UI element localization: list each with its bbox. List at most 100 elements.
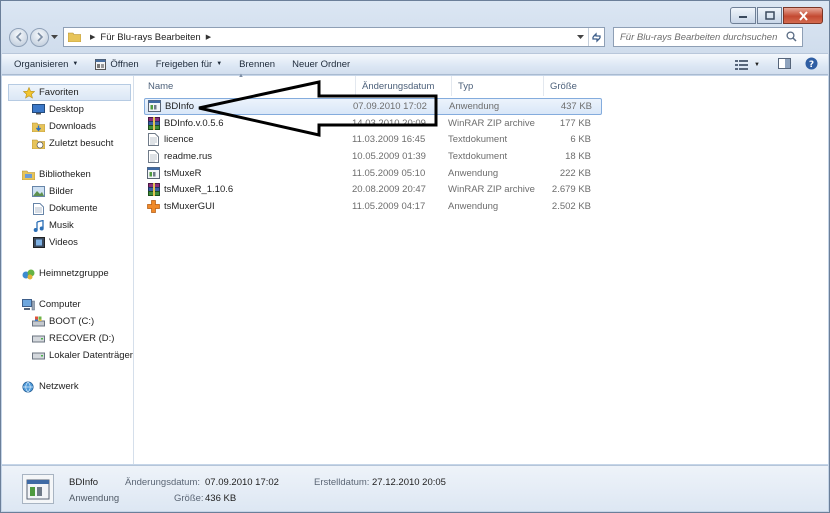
nav-label: Bibliotheken — [39, 169, 91, 180]
text-file-icon — [147, 149, 160, 163]
nav-item-videos[interactable]: Videos — [2, 234, 133, 251]
caption-buttons — [730, 7, 823, 24]
search-placeholder: Für Blu-rays Bearbeiten durchsuchen — [620, 31, 778, 43]
maximize-button[interactable] — [757, 7, 782, 24]
nav-label: Favoriten — [39, 87, 79, 98]
view-options-button[interactable]: ▼ — [735, 59, 760, 70]
file-row[interactable]: readme.rus 10.05.2009 01:39 Textdokument… — [144, 148, 602, 165]
nav-item-computer[interactable]: Computer — [2, 296, 133, 313]
nav-label: Bilder — [49, 186, 74, 197]
column-header-size[interactable]: Größe — [544, 76, 604, 96]
drive-icon — [32, 349, 45, 362]
file-size: 177 KB — [559, 117, 591, 129]
file-size: 18 KB — [565, 150, 591, 162]
downloads-folder-icon — [32, 120, 45, 133]
nav-item-homegroup[interactable]: Heimnetzgruppe — [2, 265, 133, 282]
nav-item-favorites[interactable]: Favoriten — [8, 84, 131, 101]
app-icon — [148, 100, 161, 113]
share-label: Freigeben für — [155, 58, 213, 70]
organize-button[interactable]: Organisieren ▼ — [14, 59, 78, 70]
libraries-icon — [22, 168, 35, 181]
nav-label: Heimnetzgruppe — [39, 268, 109, 279]
nav-item-music[interactable]: Musik — [2, 217, 133, 234]
system-drive-icon — [32, 315, 45, 328]
homegroup-group: Heimnetzgruppe — [2, 265, 133, 282]
file-name: tsMuxerGUI — [164, 200, 215, 212]
forward-arrow-icon — [36, 32, 43, 42]
nav-label: Desktop — [49, 104, 84, 115]
chevron-down-icon — [576, 34, 584, 39]
column-header-type[interactable]: Typ — [452, 76, 544, 96]
file-date: 11.03.2009 16:45 — [352, 134, 426, 146]
new-folder-button[interactable]: Neuer Ordner — [292, 59, 350, 70]
refresh-button[interactable] — [588, 28, 604, 46]
nav-item-local-disk[interactable]: Lokaler Datenträger — [2, 347, 133, 364]
file-name: tsMuxeR_1.10.6 — [164, 184, 234, 196]
nav-item-recent[interactable]: Zuletzt besucht — [2, 135, 133, 152]
file-row[interactable]: tsMuxerGUI 11.05.2009 04:17 Anwendung 2.… — [144, 198, 602, 215]
help-button[interactable]: ? — [805, 57, 818, 72]
breadcrumb-separator-icon[interactable]: ▶ — [90, 33, 95, 41]
address-history-dropdown[interactable] — [572, 28, 588, 46]
file-size: 437 KB — [560, 100, 592, 112]
breadcrumb-separator-icon[interactable]: ▶ — [206, 33, 211, 41]
chevron-down-icon — [50, 34, 58, 39]
desktop-icon — [32, 103, 45, 116]
column-header-name[interactable]: Name ▲ — [142, 73, 356, 96]
nav-item-network[interactable]: Netzwerk — [2, 378, 133, 395]
address-bar[interactable]: ▶ Für Blu-rays Bearbeiten ▶ — [63, 27, 605, 47]
file-row[interactable]: BDInfo 07.09.2010 17:02 Anwendung 437 KB — [144, 98, 602, 115]
details-created-value: 27.12.2010 20:05 — [372, 477, 446, 488]
nav-item-drive-c[interactable]: BOOT (C:) — [2, 313, 133, 330]
breadcrumb-current[interactable]: Für Blu-rays Bearbeiten — [100, 32, 200, 43]
file-date: 11.05.2009 05:10 — [352, 167, 426, 179]
homegroup-icon — [22, 267, 35, 280]
file-size: 6 KB — [570, 134, 591, 146]
burn-label: Brennen — [239, 58, 276, 70]
nav-label: RECOVER (D:) — [49, 333, 115, 344]
forward-button[interactable] — [30, 27, 49, 47]
nav-item-downloads[interactable]: Downloads — [2, 118, 133, 135]
nav-label: Dokumente — [49, 203, 98, 214]
file-type: Textdokument — [448, 134, 508, 146]
details-file-name: BDInfo — [69, 477, 99, 488]
svg-text:?: ? — [809, 60, 814, 70]
chevron-down-icon: ▼ — [754, 61, 760, 68]
file-row[interactable]: tsMuxeR_1.10.6 20.08.2009 20:47 WinRAR Z… — [144, 181, 602, 198]
minimize-button[interactable] — [730, 7, 756, 24]
file-row[interactable]: tsMuxeR 11.05.2009 05:10 Anwendung 222 K… — [144, 165, 602, 182]
nav-item-desktop[interactable]: Desktop — [2, 101, 133, 118]
nav-item-pictures[interactable]: Bilder — [2, 183, 133, 200]
recent-pages-dropdown[interactable] — [49, 28, 59, 47]
column-label: Größe — [550, 80, 577, 92]
file-date: 10.05.2009 01:39 — [352, 150, 426, 162]
open-button[interactable]: Öffnen — [95, 58, 139, 70]
back-button[interactable] — [9, 27, 28, 47]
nav-item-drive-d[interactable]: RECOVER (D:) — [2, 330, 133, 347]
preview-pane-button[interactable] — [778, 58, 791, 71]
rar-icon — [147, 116, 160, 130]
text-file-icon — [147, 133, 160, 147]
column-label: Änderungsdatum — [362, 80, 435, 92]
explorer-window: ▶ Für Blu-rays Bearbeiten ▶ Für Blu-rays… — [0, 0, 830, 513]
file-row[interactable]: licence 11.03.2009 16:45 Textdokument 6 … — [144, 131, 602, 148]
column-header-date[interactable]: Änderungsdatum — [356, 76, 452, 96]
nav-label: BOOT (C:) — [49, 316, 95, 327]
file-type: WinRAR ZIP archive — [448, 184, 535, 196]
nav-item-documents[interactable]: Dokumente — [2, 200, 133, 217]
nav-label: Videos — [49, 237, 78, 248]
nav-item-libraries[interactable]: Bibliotheken — [2, 166, 133, 183]
file-row[interactable]: BDInfo.v.0.5.6 14.03.2010 20:09 WinRAR Z… — [144, 115, 602, 132]
details-modified-label: Änderungsdatum: — [125, 477, 200, 488]
burn-button[interactable]: Brennen — [239, 59, 275, 70]
share-button[interactable]: Freigeben für ▼ — [156, 59, 222, 70]
folder-icon — [67, 31, 82, 44]
favorites-group: Favoriten Desktop Downloads Zuletzt besu… — [2, 84, 133, 152]
file-date: 11.05.2009 04:17 — [352, 200, 426, 212]
app-icon — [147, 167, 160, 180]
close-button[interactable] — [783, 7, 823, 24]
file-size: 2.679 KB — [551, 184, 591, 196]
file-type: Anwendung — [449, 100, 500, 112]
file-type: WinRAR ZIP archive — [448, 117, 535, 129]
search-input[interactable]: Für Blu-rays Bearbeiten durchsuchen — [613, 27, 803, 47]
